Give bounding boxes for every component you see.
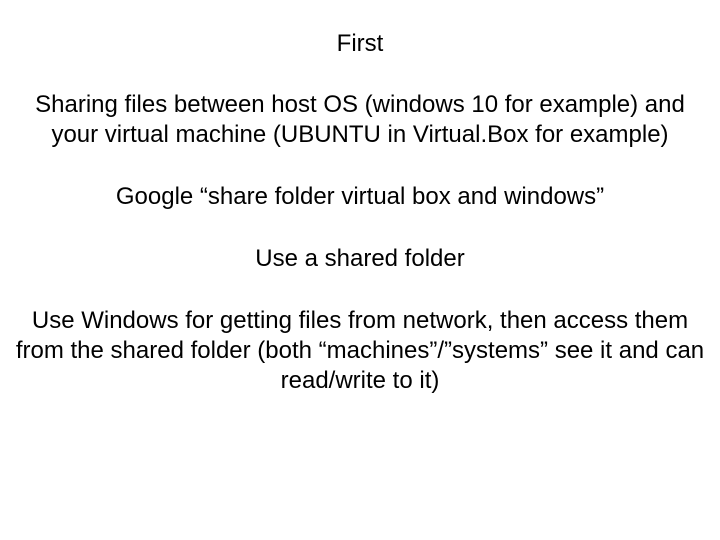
slide: First Sharing files between host OS (win… <box>10 30 710 520</box>
slide-paragraph: Use Windows for getting files from netwo… <box>10 306 710 396</box>
slide-title: First <box>10 30 710 58</box>
slide-paragraph: Use a shared folder <box>10 244 710 274</box>
slide-paragraph: Sharing files between host OS (windows 1… <box>10 90 710 150</box>
slide-paragraph: Google “share folder virtual box and win… <box>10 182 710 212</box>
